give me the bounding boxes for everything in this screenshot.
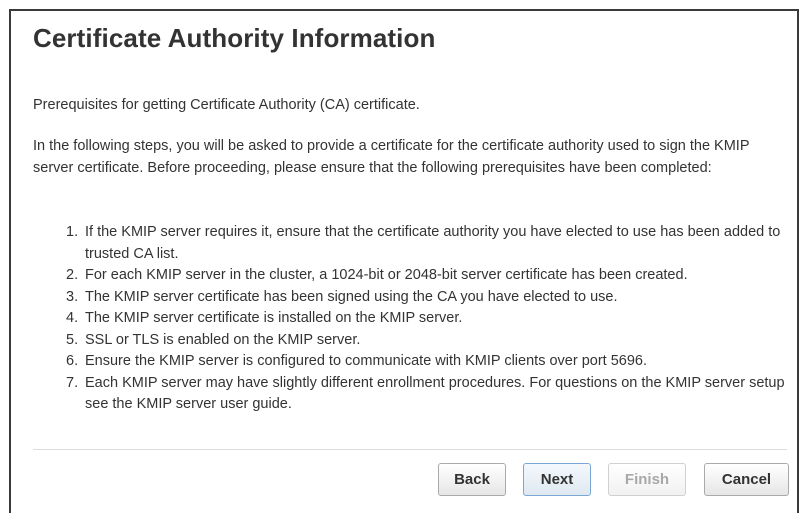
list-item-number: 4. (66, 310, 79, 326)
prerequisites-list: 1. If the KMIP server requires it, ensur… (33, 222, 785, 416)
list-item-text: Each KMIP server may have slightly diffe… (85, 374, 785, 413)
back-button[interactable]: Back (438, 463, 506, 496)
list-item-text: For each KMIP server in the cluster, a 1… (85, 267, 688, 283)
finish-button: Finish (608, 463, 686, 496)
list-item-text: Ensure the KMIP server is configured to … (85, 353, 648, 369)
list-item-text: If the KMIP server requires it, ensure t… (85, 224, 781, 262)
list-item-number: 6. (66, 353, 79, 369)
list-item: 3. The KMIP server certificate has been … (33, 287, 785, 309)
next-button[interactable]: Next (523, 463, 591, 496)
list-item-number: 5. (66, 331, 79, 348)
footer-divider (33, 449, 787, 450)
list-item: 2. For each KMIP server in the cluster, … (33, 265, 785, 287)
dialog-title: Certificate Authority Information (33, 23, 436, 53)
list-item: 7. Each KMIP server may have slightly di… (33, 373, 785, 416)
list-item-text: The KMIP server certificate has been sig… (85, 288, 618, 305)
list-item-text: SSL or TLS is enabled on the KMIP server… (85, 331, 361, 348)
list-item-number: 2. (66, 267, 79, 283)
list-item: 6. Ensure the KMIP server is configured … (33, 351, 785, 373)
list-item: 1. If the KMIP server requires it, ensur… (33, 222, 785, 265)
list-item-number: 3. (66, 288, 79, 305)
cancel-button[interactable]: Cancel (704, 463, 789, 496)
list-item: 4. The KMIP server certificate is instal… (33, 308, 785, 330)
intro-paragraph: In the following steps, you will be aske… (33, 138, 750, 176)
list-item: 5. SSL or TLS is enabled on the KMIP ser… (33, 330, 785, 352)
prerequisites-heading: Prerequisites for getting Certificate Au… (33, 97, 420, 113)
list-item-text: The KMIP server certificate is installed… (85, 310, 463, 326)
list-item-number: 7. (66, 374, 79, 391)
list-item-number: 1. (66, 224, 79, 240)
certificate-authority-dialog: Certificate Authority Information Prereq… (9, 9, 799, 513)
